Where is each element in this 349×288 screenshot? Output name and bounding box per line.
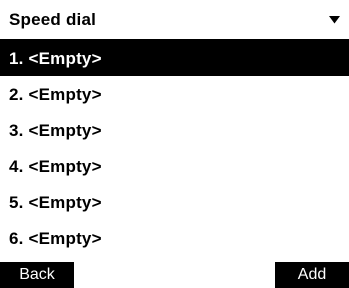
chevron-down-icon[interactable] [328,15,340,25]
screen-header[interactable]: Speed dial [0,0,349,41]
speed-dial-entry-label: 4. <Empty> [9,156,102,176]
back-softkey[interactable]: Back [0,262,74,288]
speed-dial-entry-label: 5. <Empty> [9,192,102,212]
speed-dial-entry-label: 6. <Empty> [9,228,102,248]
phone-screen: Speed dial 1. <Empty> 2. <Empty> 3. <Emp… [0,0,349,288]
speed-dial-entry-label: 2. <Empty> [9,84,102,104]
speed-dial-entry-label: 1. <Empty> [9,48,102,68]
speed-dial-list: 1. <Empty> 2. <Empty> 3. <Empty> 4. <Emp… [0,41,349,257]
screen-title: Speed dial [9,9,97,29]
chevron-down-icon-glyph [328,15,340,23]
add-softkey[interactable]: Add [275,262,349,288]
speed-dial-entry-4[interactable]: 4. <Empty> [0,149,349,185]
speed-dial-entry-2[interactable]: 2. <Empty> [0,77,349,113]
speed-dial-entry-5[interactable]: 5. <Empty> [0,185,349,221]
softkey-bar: Back Add [0,262,349,288]
speed-dial-entry-6[interactable]: 6. <Empty> [0,221,349,257]
speed-dial-entry-label: 3. <Empty> [9,120,102,140]
speed-dial-entry-3[interactable]: 3. <Empty> [0,113,349,149]
speed-dial-entry-1[interactable]: 1. <Empty> [0,41,349,77]
